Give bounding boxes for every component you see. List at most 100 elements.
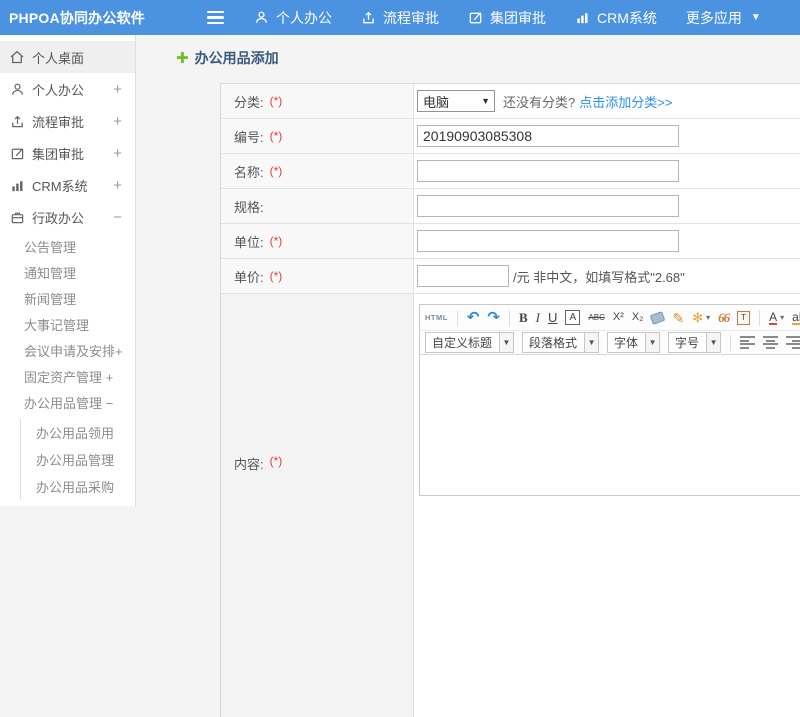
sidebar-item-events-mgmt[interactable]: 大事记管理	[0, 311, 135, 337]
font-style-button[interactable]: A	[565, 310, 581, 325]
sidebar-item-supplies-manage[interactable]: 办公用品管理	[21, 446, 135, 473]
briefcase-icon	[9, 209, 25, 225]
plus-icon: ✚	[176, 49, 189, 67]
chevron-down-icon: ▾	[780, 312, 785, 322]
redo-button[interactable]: ↷	[487, 310, 500, 325]
expand-plus[interactable]: +	[113, 145, 122, 162]
editor-toolbar-row1: HTML ↶ ↷ B I U A ABC X² X₂ ✎ ✻ ▾ 66 T A …	[420, 305, 800, 331]
nav-workflow-approval[interactable]: 流程审批	[361, 8, 439, 28]
format-brush-icon[interactable]: ✎	[672, 311, 684, 325]
content-label: 内容:	[234, 457, 264, 472]
sidebar-item-group-approval[interactable]: 集团审批 +	[0, 137, 135, 169]
sidebar-item-personal-office[interactable]: 个人办公 +	[0, 73, 135, 105]
sidebar-item-workflow-approval[interactable]: 流程审批 +	[0, 105, 135, 137]
code-input[interactable]	[417, 125, 679, 147]
share-arrow-icon	[9, 113, 25, 129]
row-category: 分类: (*) 电脑 ▼ 还没有分类? 点击添加分类>>	[221, 84, 800, 119]
toolbar-separator	[508, 309, 510, 326]
code-label: 编号:	[234, 129, 264, 145]
name-input[interactable]	[417, 160, 679, 182]
sidebar-item-admin-office[interactable]: 行政办公 −	[0, 201, 135, 233]
required-mark: (*)	[269, 94, 283, 108]
italic-button[interactable]: I	[536, 311, 540, 324]
nav-more-apps[interactable]: 更多应用 ▼	[686, 8, 761, 28]
nav-group-approval[interactable]: 集团审批	[468, 8, 546, 28]
editor-content-area[interactable]	[420, 355, 800, 495]
spec-input[interactable]	[417, 195, 679, 217]
align-right-button[interactable]	[786, 336, 800, 349]
app-logo: PHPOA协同办公软件	[9, 9, 145, 26]
sidebar-item-announcement-mgmt[interactable]: 公告管理	[0, 233, 135, 259]
chevron-down-icon: ▼	[706, 333, 721, 352]
nav-personal-office[interactable]: 个人办公	[254, 8, 332, 28]
underline-button[interactable]: U	[548, 311, 557, 324]
top-nav: 个人办公 流程审批 集团审批 CRM系统 更多应用 ▼	[254, 8, 761, 28]
required-mark: (*)	[269, 269, 283, 283]
font-color-button[interactable]: A ▾	[769, 311, 784, 325]
magic-wand-icon[interactable]: ✻ ▾	[692, 311, 710, 324]
chevron-down-icon: ▼	[645, 333, 660, 352]
toolbar-separator	[730, 334, 732, 351]
category-hint: 还没有分类?	[503, 94, 576, 110]
font-size-select[interactable]: 字号 ▼	[668, 332, 722, 353]
unit-label: 单位:	[234, 234, 264, 250]
sidebar-item-supplies-purchase[interactable]: 办公用品采购	[21, 473, 135, 500]
sidebar-subsubmenu-office-supplies: 办公用品领用 办公用品管理 办公用品采购	[20, 419, 135, 500]
nav-crm[interactable]: CRM系统	[575, 8, 657, 28]
editor-toolbar-row2: 自定义标题 ▼ 段落格式 ▼ 字体 ▼ 字号 ▼	[420, 331, 800, 355]
office-supply-add-form: 分类: (*) 电脑 ▼ 还没有分类? 点击添加分类>> 编号: (*) 名称:…	[220, 83, 800, 717]
sidebar-item-personal-desktop[interactable]: 个人桌面	[0, 41, 135, 73]
name-label: 名称:	[234, 164, 264, 180]
bar-chart-icon	[9, 177, 25, 193]
price-label: 单价:	[234, 269, 264, 285]
price-input[interactable]	[417, 265, 509, 287]
sidebar-item-crm[interactable]: CRM系统 +	[0, 169, 135, 201]
highlight-color-button[interactable]: ab▾	[792, 311, 800, 325]
undo-button[interactable]: ↶	[467, 310, 480, 325]
align-left-button[interactable]	[740, 336, 756, 349]
sidebar-item-meeting-request[interactable]: 会议申请及安排+	[0, 337, 135, 363]
expand-plus[interactable]: +	[113, 177, 122, 194]
row-unit: 单位: (*)	[221, 224, 800, 259]
unit-input[interactable]	[417, 230, 679, 252]
share-arrow-icon	[361, 10, 376, 25]
bold-button[interactable]: B	[519, 311, 528, 324]
spec-label: 规格:	[234, 199, 264, 215]
eraser-icon[interactable]	[650, 310, 666, 325]
required-mark: (*)	[269, 454, 283, 468]
font-family-select[interactable]: 字体 ▼	[607, 332, 661, 353]
category-select[interactable]: 电脑 ▼	[417, 90, 495, 112]
strikethrough-button[interactable]: ABC	[588, 313, 604, 322]
expand-plus[interactable]: +	[113, 81, 122, 98]
sidebar-item-fixed-assets-mgmt[interactable]: 固定资产管理 +	[0, 363, 135, 389]
hamburger-menu-icon[interactable]	[203, 7, 228, 29]
chevron-down-icon: ▼	[481, 96, 490, 106]
blockquote-button[interactable]: 66	[718, 311, 730, 324]
sidebar-submenu-admin: 公告管理 通知管理 新闻管理 大事记管理 会议申请及安排+ 固定资产管理 + 办…	[0, 233, 135, 500]
required-mark: (*)	[269, 129, 283, 143]
superscript-button[interactable]: X²	[613, 312, 624, 323]
sidebar-item-notice-mgmt[interactable]: 通知管理	[0, 259, 135, 285]
bar-chart-icon	[575, 10, 590, 25]
paragraph-format-select[interactable]: 段落格式 ▼	[522, 332, 600, 353]
row-spec: 规格:	[221, 189, 800, 224]
chevron-down-icon: ▾	[706, 312, 711, 322]
rich-text-editor: HTML ↶ ↷ B I U A ABC X² X₂ ✎ ✻ ▾ 66 T A …	[419, 304, 800, 496]
edit-icon	[9, 145, 25, 161]
top-bar: PHPOA协同办公软件 个人办公 流程审批 集团审批 CRM系统 更多应用 ▼	[0, 0, 800, 35]
add-category-link[interactable]: 点击添加分类>>	[579, 92, 672, 111]
sidebar-item-office-supplies-mgmt[interactable]: 办公用品管理 −	[0, 389, 135, 415]
sidebar-item-news-mgmt[interactable]: 新闻管理	[0, 285, 135, 311]
source-code-button[interactable]: HTML	[425, 314, 448, 322]
expand-plus[interactable]: +	[113, 113, 122, 130]
heading-select[interactable]: 自定义标题 ▼	[425, 332, 515, 353]
price-format-hint: /元 非中文，如填写格式"2.68"	[513, 269, 685, 285]
paste-icon[interactable]: T	[737, 310, 751, 325]
subscript-button[interactable]: X₂	[632, 312, 644, 323]
align-center-button[interactable]	[763, 336, 779, 349]
user-icon	[254, 10, 269, 25]
user-icon	[9, 81, 25, 97]
row-code: 编号: (*)	[221, 119, 800, 154]
expand-minus[interactable]: −	[113, 209, 122, 226]
sidebar-item-supplies-claim[interactable]: 办公用品领用	[21, 419, 135, 446]
